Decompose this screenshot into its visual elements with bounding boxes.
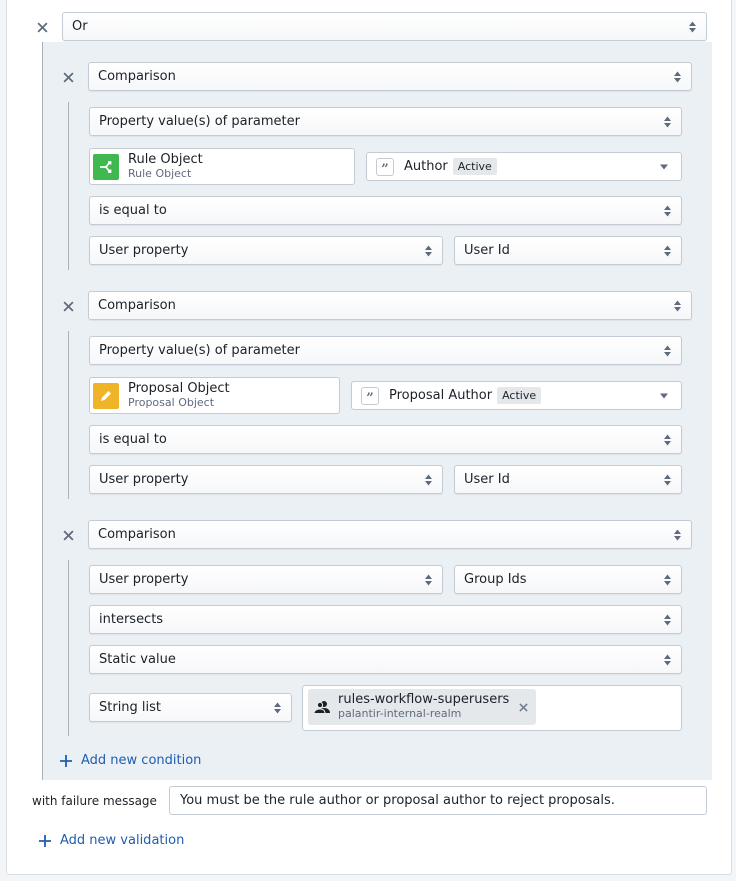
string-list-tag-input[interactable]: rules-workflow-superusers palantir-inter… (302, 685, 682, 731)
sort-caret-icon (664, 434, 671, 445)
condition-2-left-source-select[interactable]: Property value(s) of parameter (89, 336, 682, 365)
condition-1-right-source-select[interactable]: User property (89, 236, 443, 265)
left-source-value: User property (99, 572, 189, 587)
condition-1-type-select[interactable]: Comparison (88, 62, 692, 91)
condition-1-property-select[interactable]: ” Author Active (366, 152, 682, 181)
condition-3-value-type-select[interactable]: String list (89, 693, 292, 722)
close-icon (62, 529, 74, 541)
failure-message-value: You must be the rule author or proposal … (180, 793, 615, 808)
condition-2-property-select[interactable]: ” Proposal Author Active (351, 381, 682, 410)
string-property-icon: ” (361, 386, 379, 405)
sort-caret-icon (674, 71, 681, 82)
sort-caret-icon (274, 702, 281, 713)
property-status-badge: Active (452, 158, 497, 175)
condition-1-object-card[interactable]: Rule Object Rule Object (89, 148, 355, 185)
condition-3-left-source-select[interactable]: User property (89, 565, 443, 594)
operator-value: is equal to (99, 432, 167, 447)
right-value: User Id (464, 472, 510, 487)
group-icon (314, 701, 330, 714)
sort-caret-icon (664, 345, 671, 356)
condition-1-right-value-select[interactable]: User Id (454, 236, 682, 265)
group-tag: rules-workflow-superusers palantir-inter… (308, 689, 537, 725)
sort-caret-icon (425, 245, 432, 256)
condition-3-right-source-select[interactable]: Static value (89, 645, 682, 674)
remove-condition-1-button[interactable] (60, 69, 76, 85)
failure-message-input[interactable]: You must be the rule author or proposal … (169, 786, 707, 815)
plus-icon (60, 754, 72, 767)
condition-1-left-source-select[interactable]: Property value(s) of parameter (89, 107, 682, 136)
sort-caret-icon (689, 21, 696, 32)
pencil-icon (93, 382, 119, 409)
sort-caret-icon (664, 245, 671, 256)
object-title: Rule Object (128, 151, 203, 167)
sort-caret-icon (425, 474, 432, 485)
condition-3-left-value-select[interactable]: Group Ids (454, 565, 682, 594)
logic-operator-select[interactable]: Or (62, 12, 707, 41)
close-icon (62, 300, 74, 312)
value-type: String list (99, 700, 162, 715)
left-source-value: Property value(s) of parameter (99, 114, 300, 129)
operator-value: is equal to (99, 203, 167, 218)
object-subtitle: Rule Object (128, 166, 192, 180)
sort-caret-icon (664, 205, 671, 216)
condition-2-right-value-select[interactable]: User Id (454, 465, 682, 494)
sort-caret-icon (664, 654, 671, 665)
add-new-condition-label: Add new condition (81, 753, 202, 768)
condition-2-operator-select[interactable]: is equal to (89, 425, 682, 454)
sort-caret-icon (664, 614, 671, 625)
add-new-validation-label: Add new validation (60, 833, 185, 848)
condition-type-value: Comparison (98, 69, 176, 84)
tag-name: rules-workflow-superusers (338, 692, 510, 707)
close-icon (519, 702, 529, 712)
caret-down-icon (660, 393, 668, 398)
failure-message-label: with failure message (32, 794, 157, 808)
close-icon (36, 21, 48, 33)
condition-2-guide-line (68, 331, 69, 499)
close-icon (62, 71, 74, 83)
condition-type-value: Comparison (98, 298, 176, 313)
left-value: Group Ids (464, 572, 527, 587)
plus-icon (39, 834, 51, 847)
condition-3-operator-select[interactable]: intersects (89, 605, 682, 634)
object-subtitle: Proposal Object (128, 395, 215, 409)
sort-caret-icon (664, 474, 671, 485)
remove-condition-2-button[interactable] (60, 298, 76, 314)
sort-caret-icon (664, 574, 671, 585)
remove-or-button[interactable] (34, 19, 50, 35)
add-new-validation-link[interactable]: Add new validation (39, 833, 184, 848)
condition-type-value: Comparison (98, 527, 176, 542)
sort-caret-icon (674, 300, 681, 311)
string-property-icon: ” (376, 157, 394, 176)
condition-1-guide-line (68, 102, 69, 270)
logic-operator-value: Or (72, 19, 88, 34)
property-status-badge: Active (497, 387, 542, 404)
left-source-value: Property value(s) of parameter (99, 343, 300, 358)
sort-caret-icon (674, 529, 681, 540)
condition-3-guide-line (68, 560, 69, 736)
right-source-value: User property (99, 472, 189, 487)
condition-2-object-card[interactable]: Proposal Object Proposal Object (89, 377, 340, 414)
remove-condition-3-button[interactable] (60, 527, 76, 543)
property-name: Proposal Author (389, 388, 493, 403)
branch-icon (93, 153, 119, 180)
remove-tag-button[interactable] (519, 702, 529, 712)
sort-caret-icon (425, 574, 432, 585)
add-new-condition-link[interactable]: Add new condition (60, 753, 201, 768)
condition-2-type-select[interactable]: Comparison (88, 291, 692, 320)
condition-2-right-source-select[interactable]: User property (89, 465, 443, 494)
condition-1-operator-select[interactable]: is equal to (89, 196, 682, 225)
object-title: Proposal Object (128, 380, 230, 396)
condition-3-type-select[interactable]: Comparison (88, 520, 692, 549)
tag-realm: palantir-internal-realm (338, 707, 462, 720)
right-source-value: User property (99, 243, 189, 258)
operator-value: intersects (99, 612, 164, 627)
property-name: Author (404, 159, 448, 174)
caret-down-icon (660, 164, 668, 169)
sort-caret-icon (664, 116, 671, 127)
right-value: User Id (464, 243, 510, 258)
right-source-value: Static value (99, 652, 176, 667)
